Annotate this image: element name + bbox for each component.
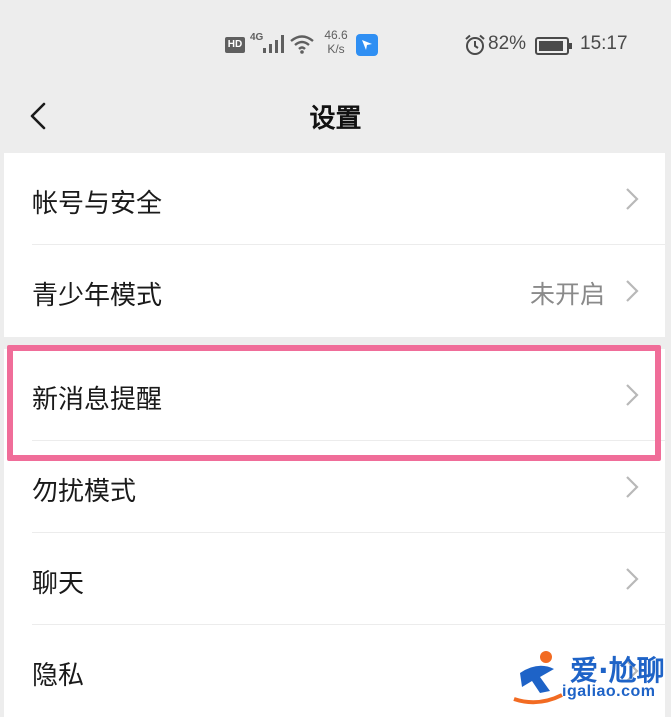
watermark-site: igaliao.com [562,683,656,700]
signal-icon [263,35,284,53]
settings-item-teen-mode[interactable]: 青少年模式 未开启 [4,245,665,337]
settings-item-label: 新消息提醒 [32,385,163,415]
page-title: 设置 [309,104,362,134]
network-speed: 46.6 K/s [318,28,354,56]
settings-item-label: 青少年模式 [32,281,163,311]
chevron-right-icon [626,188,639,210]
section-gap [4,337,665,349]
status-bar: HD 4G 46.6 K/s 82% 15:17 [0,0,671,90]
chevron-right-icon [626,568,639,590]
chevron-right-icon [626,476,639,498]
chevron-right-icon [626,384,639,406]
alarm-icon [465,34,485,55]
app-notification-icon [356,34,378,56]
status-time: 15:17 [580,33,628,54]
battery-icon [535,37,572,55]
settings-item-account-security[interactable]: 帐号与安全 [4,153,665,245]
settings-list: 帐号与安全 青少年模式 未开启 新消息提醒 勿扰模式 聊天 隐私 [4,153,665,717]
settings-item-label: 隐私 [32,661,85,691]
network-speed-value: 46.6 [324,28,348,42]
hd-icon: HD [225,37,245,53]
nav-bar: 设置 [0,90,671,152]
battery-percent: 82% [488,33,527,54]
settings-item-do-not-disturb[interactable]: 勿扰模式 [4,441,665,533]
wifi-icon [290,35,314,54]
runner-logo-icon [513,651,563,705]
settings-item-new-message-alert[interactable]: 新消息提醒 [4,349,665,441]
watermark-logo: 爱·尬聊 igaliao.com [510,645,670,711]
settings-item-label: 聊天 [32,569,85,599]
settings-item-label: 帐号与安全 [32,189,163,219]
network-speed-unit: K/s [327,42,345,56]
settings-item-chat[interactable]: 聊天 [4,533,665,625]
settings-item-label: 勿扰模式 [32,477,137,507]
settings-item-value: 未开启 [529,280,605,309]
chevron-right-icon [626,280,639,302]
